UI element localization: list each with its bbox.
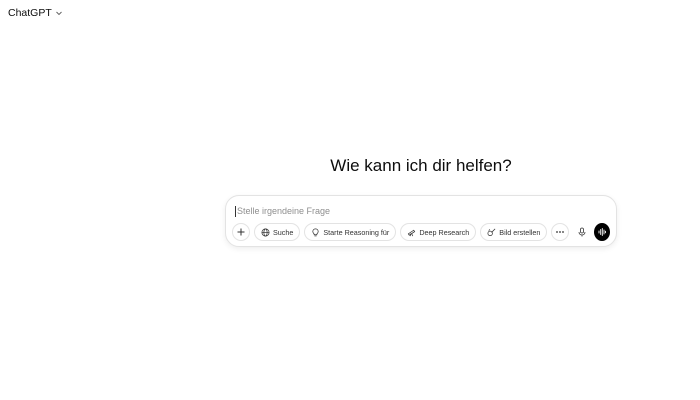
page-heading: Wie kann ich dir helfen? xyxy=(330,156,512,175)
deep-research-button-label: Deep Research xyxy=(419,227,470,237)
telescope-icon xyxy=(408,229,416,236)
globe-icon xyxy=(261,228,270,236)
reasoning-button[interactable]: Starte Reasoning für xyxy=(304,223,397,241)
add-button[interactable] xyxy=(232,223,250,241)
lightbulb-icon xyxy=(312,228,319,236)
model-selector[interactable]: ChatGPT xyxy=(8,7,64,19)
plus-icon xyxy=(237,228,245,236)
microphone-icon xyxy=(578,227,585,237)
voice-mode-button[interactable] xyxy=(593,223,610,241)
dictate-button[interactable] xyxy=(573,223,589,241)
more-horizontal-icon xyxy=(556,231,565,233)
create-image-button-label: Bild erstellen xyxy=(499,227,541,237)
create-image-button[interactable]: Bild erstellen xyxy=(480,223,548,241)
search-button-label: Suche xyxy=(273,227,294,237)
search-button[interactable]: Suche xyxy=(254,223,301,241)
reasoning-button-label: Starte Reasoning für xyxy=(323,227,390,237)
deep-research-button[interactable]: Deep Research xyxy=(400,223,477,241)
chevron-down-icon xyxy=(55,9,64,18)
model-label: ChatGPT xyxy=(8,7,52,19)
composer-toolbar: Suche Starte Reasoning für Deep Research… xyxy=(232,223,610,241)
more-tools-button[interactable] xyxy=(551,223,570,241)
prompt-input[interactable] xyxy=(237,206,606,216)
composer: Suche Starte Reasoning für Deep Research… xyxy=(225,195,617,247)
text-caret xyxy=(235,205,236,217)
image-brush-icon xyxy=(487,228,496,236)
voice-mode-icon xyxy=(598,228,606,236)
prompt-area[interactable] xyxy=(235,204,606,218)
